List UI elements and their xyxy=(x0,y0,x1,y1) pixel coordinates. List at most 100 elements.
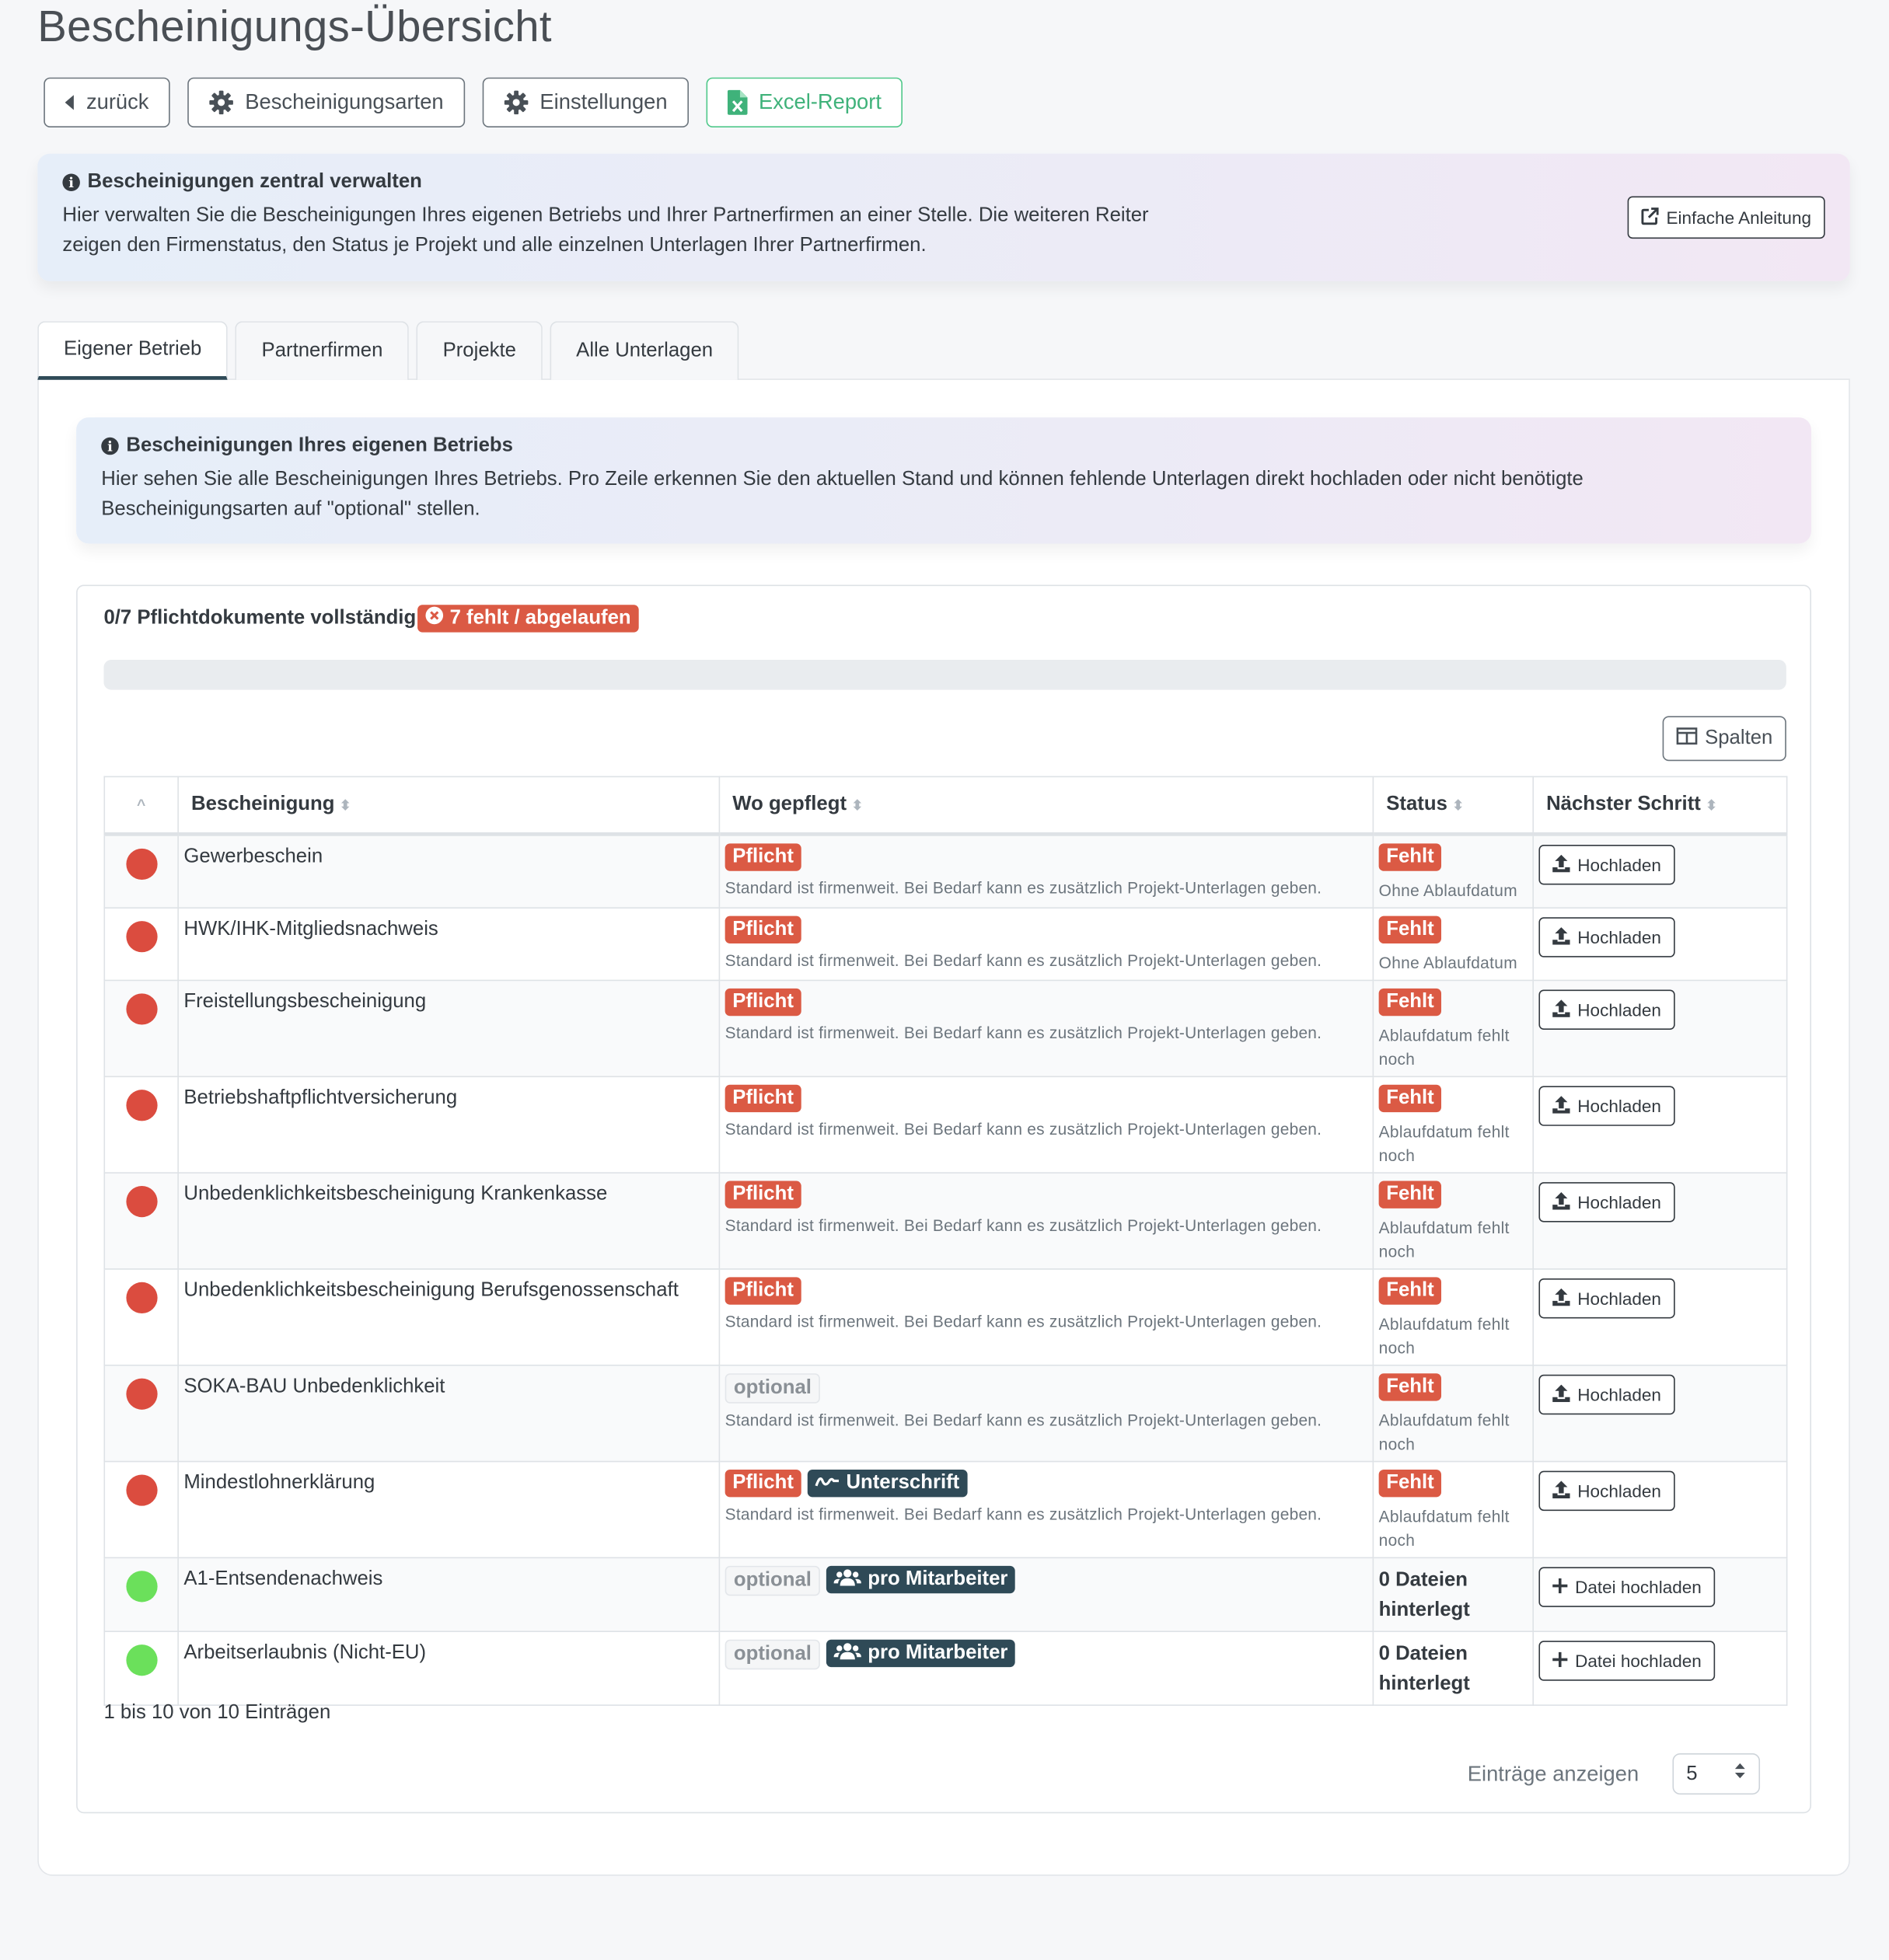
certificate-name: A1-Entsendenachweis xyxy=(183,1568,383,1590)
table-row: SOKA-BAU Unbedenklichkeit optional Standar… xyxy=(103,1364,1788,1463)
upload-button[interactable]: Hochladen xyxy=(1538,989,1675,1030)
sort-icon: ⬍ xyxy=(1706,798,1718,814)
certificate-types-label: Bescheinigungsarten xyxy=(245,89,444,114)
upload-icon xyxy=(1552,926,1570,947)
status-dot xyxy=(125,1571,157,1603)
settings-label: Einstellungen xyxy=(539,89,668,114)
certificate-name: SOKA-BAU Unbedenklichkeit xyxy=(183,1376,445,1397)
signature-icon xyxy=(815,1472,840,1494)
next-step-cell: Hochladen xyxy=(1532,979,1788,1078)
tab-all-documents[interactable]: Alle Unterlagen xyxy=(550,321,739,380)
location-cell: Pflicht Standard ist firmenweit. Bei Beda… xyxy=(718,907,1374,982)
status-indicator-cell xyxy=(103,1364,179,1463)
header-label: Wo gepflegt xyxy=(732,793,847,815)
upload-button[interactable]: Hochladen xyxy=(1538,1278,1675,1319)
tab-projects[interactable]: Projekte xyxy=(416,321,543,380)
action-label: Datei hochladen xyxy=(1575,1577,1702,1598)
column-header-location[interactable]: Wo gepflegt ⬍ xyxy=(718,776,1374,836)
requirement-badge[interactable]: Pflicht xyxy=(725,1084,801,1113)
requirement-badge[interactable]: optional xyxy=(725,1373,821,1404)
tab-partner-companies[interactable]: Partnerfirmen xyxy=(235,321,410,380)
location-tags: optional xyxy=(725,1373,1368,1404)
upload-button[interactable]: Hochladen xyxy=(1538,1374,1675,1415)
simple-guide-label: Einfache Anleitung xyxy=(1666,207,1811,228)
upload-button[interactable]: Hochladen xyxy=(1538,845,1675,885)
location-cell: Pflicht Standard ist firmenweit. Bei Beda… xyxy=(718,1268,1374,1366)
excel-report-button[interactable]: Excel-Report xyxy=(706,77,903,128)
status-cell: 0 Dateien hinterlegt xyxy=(1372,1557,1535,1633)
table-row: Unbedenklichkeitsbescheinigung Berufsgen… xyxy=(103,1268,1788,1366)
location-note: Standard ist firmenweit. Bei Bedarf kann… xyxy=(725,878,1322,898)
column-header-next-step[interactable]: Nächster Schritt ⬍ xyxy=(1532,776,1788,836)
certificate-name-cell: Betriebshaftpflichtversicherung xyxy=(177,1076,721,1174)
page-length-select[interactable]: 5 xyxy=(1672,1753,1761,1795)
caret-left-icon xyxy=(65,95,75,110)
toolbar: zurück Bescheinigungsarten Einstellungen… xyxy=(44,77,903,128)
status-note: Ohne Ablaufdatum xyxy=(1378,953,1517,973)
requirement-badge[interactable]: Pflicht xyxy=(725,988,801,1017)
location-tags: Pflicht xyxy=(725,1084,1368,1113)
status-indicator-cell xyxy=(103,833,179,909)
header-label: Nächster Schritt xyxy=(1546,793,1701,815)
requirement-badge[interactable]: optional xyxy=(725,1565,821,1596)
requirement-badge[interactable]: optional xyxy=(725,1639,821,1670)
requirement-badge[interactable]: Pflicht xyxy=(725,1181,801,1208)
next-step-cell: Hochladen xyxy=(1532,833,1788,909)
next-step-cell: Hochladen xyxy=(1532,1460,1788,1559)
action-label: Hochladen xyxy=(1577,1384,1661,1405)
next-step-cell: Hochladen xyxy=(1532,1172,1788,1270)
certificate-types-button[interactable]: Bescheinigungsarten xyxy=(187,77,465,128)
certificate-name-cell: A1-Entsendenachweis xyxy=(177,1557,721,1633)
location-cell: optional Standard ist firmenweit. Bei Bed… xyxy=(718,1364,1374,1463)
simple-guide-button[interactable]: Einfache Anleitung xyxy=(1627,196,1825,239)
sort-icon: ⬍ xyxy=(1452,798,1465,814)
column-header-certificate[interactable]: Bescheinigung ⬍ xyxy=(177,776,721,836)
certificate-name-cell: SOKA-BAU Unbedenklichkeit xyxy=(177,1364,721,1463)
column-header-status[interactable]: Status ⬍ xyxy=(1372,776,1535,836)
status-badge: Fehlt xyxy=(1378,1181,1442,1208)
status-note: Ablaufdatum fehlt noch xyxy=(1378,1026,1510,1069)
settings-button[interactable]: Einstellungen xyxy=(482,77,689,128)
requirement-badge[interactable]: Pflicht xyxy=(725,1470,801,1498)
tab-own-company[interactable]: Eigener Betrieb xyxy=(37,321,229,380)
table-row: HWK/IHK-Mitgliedsnachweis Pflicht Standard… xyxy=(103,907,1788,982)
certificate-name-cell: Unbedenklichkeitsbescheinigung Krankenka… xyxy=(177,1172,721,1270)
missing-badge: 7 fehlt / abgelaufen xyxy=(417,605,639,633)
file-upload-button[interactable]: Datei hochladen xyxy=(1538,1641,1716,1681)
upload-button[interactable]: Hochladen xyxy=(1538,1086,1675,1126)
requirement-badge[interactable]: Pflicht xyxy=(725,1277,801,1305)
table-row: Arbeitserlaubnis (Nicht-EU) optional pro M… xyxy=(103,1630,1788,1706)
requirement-badge[interactable]: Pflicht xyxy=(725,843,801,871)
status-files: 0 Dateien hinterlegt xyxy=(1378,1643,1470,1695)
location-note: Standard ist firmenweit. Bei Bedarf kann… xyxy=(725,1119,1322,1139)
requirement-badge[interactable]: Pflicht xyxy=(725,915,801,944)
status-cell: Fehlt Ohne Ablaufdatum xyxy=(1372,833,1535,909)
sort-up-icon: ^ xyxy=(137,796,146,814)
certificate-name-cell: Unbedenklichkeitsbescheinigung Berufsgen… xyxy=(177,1268,721,1366)
per-employee-badge: pro Mitarbeiter xyxy=(826,1639,1016,1668)
file-upload-button[interactable]: Datei hochladen xyxy=(1538,1567,1716,1607)
upload-button[interactable]: Hochladen xyxy=(1538,1182,1675,1222)
select-arrows-icon xyxy=(1734,1762,1746,1786)
action-label: Hochladen xyxy=(1577,854,1661,875)
top-alert-heading-text: Bescheinigungen zentral verwalten xyxy=(87,171,422,193)
status-note: Ohne Ablaufdatum xyxy=(1378,881,1517,900)
columns-button[interactable]: Spalten xyxy=(1662,716,1786,762)
status-cell: Fehlt Ablaufdatum fehlt noch xyxy=(1372,1460,1535,1559)
upload-button[interactable]: Hochladen xyxy=(1538,1470,1675,1512)
action-label: Hochladen xyxy=(1577,927,1661,947)
location-cell: optional pro Mitarbeiter xyxy=(718,1630,1374,1706)
columns-icon xyxy=(1676,727,1698,751)
status-cell: Fehlt Ablaufdatum fehlt noch xyxy=(1372,1076,1535,1174)
status-indicator-cell xyxy=(103,1172,179,1270)
location-cell: Pflicht Standard ist firmenweit. Bei Beda… xyxy=(718,833,1374,909)
certificate-name: HWK/IHK-Mitgliedsnachweis xyxy=(183,918,438,940)
upload-button[interactable]: Hochladen xyxy=(1538,917,1675,957)
certificate-name-cell: Freistellungsbescheinigung xyxy=(177,979,721,1078)
status-cell: 0 Dateien hinterlegt xyxy=(1372,1630,1535,1706)
excel-report-label: Excel-Report xyxy=(758,89,882,114)
location-note: Standard ist firmenweit. Bei Bedarf kann… xyxy=(725,1023,1322,1043)
column-header-indicator[interactable]: ^ xyxy=(103,776,179,836)
back-button[interactable]: zurück xyxy=(44,77,170,128)
table-info: 1 bis 10 von 10 Einträgen xyxy=(103,1702,331,1724)
